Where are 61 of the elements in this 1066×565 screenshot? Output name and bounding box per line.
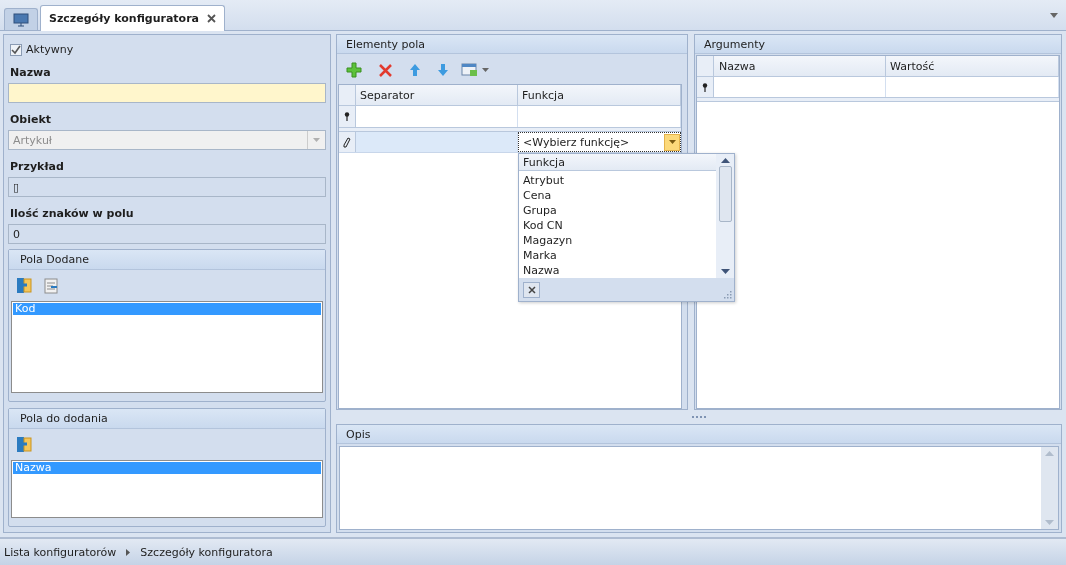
function-option[interactable]: Nazwa — [519, 263, 716, 278]
add-icon[interactable] — [346, 62, 362, 78]
scroll-thumb[interactable] — [718, 166, 732, 222]
object-dropdown: Artykuł — [8, 130, 326, 150]
panel-title: Opis — [337, 425, 1061, 444]
document-edit-icon[interactable] — [44, 277, 59, 294]
arrow-down-icon[interactable] — [437, 63, 449, 77]
function-dropdown[interactable]: <Wybierz funkcję> — [518, 132, 681, 152]
breadcrumb-link[interactable]: Szczegóły konfiguratora — [140, 545, 273, 559]
description-textarea[interactable] — [339, 446, 1059, 530]
function-option[interactable]: Magazyn — [519, 233, 716, 248]
row-indicator[interactable] — [339, 106, 356, 127]
close-icon[interactable] — [207, 14, 216, 23]
key-icon — [344, 112, 350, 121]
row-indicator[interactable] — [697, 77, 714, 97]
column-header[interactable]: Funkcja — [518, 85, 681, 105]
delete-icon[interactable] — [378, 62, 393, 78]
panel-title: Argumenty — [695, 35, 1061, 54]
function-option[interactable]: Cena — [519, 188, 716, 203]
checkmark-icon — [11, 44, 21, 55]
readonly-field: ▯ — [8, 177, 326, 197]
column-header[interactable]: Wartość — [886, 56, 1059, 76]
caret-icon[interactable] — [668, 140, 676, 144]
name-input[interactable] — [8, 83, 326, 103]
field-label: Nazwa — [10, 66, 52, 79]
column-header[interactable]: Separator — [356, 85, 518, 105]
document-tab[interactable]: Szczegóły konfiguratora — [40, 5, 225, 31]
add-field-icon[interactable] — [16, 436, 32, 453]
caret-icon[interactable] — [482, 68, 489, 72]
close-button[interactable] — [523, 281, 540, 298]
arrow-up-icon[interactable] — [409, 63, 421, 77]
group-title: Pola do dodania — [9, 409, 325, 429]
field-label: Przykład — [10, 160, 65, 173]
row-indicator[interactable] — [339, 132, 356, 152]
function-option[interactable]: Atrybut — [519, 173, 716, 188]
caret-icon[interactable] — [1050, 12, 1058, 18]
scroll-up-icon[interactable] — [720, 158, 730, 163]
add-field-icon[interactable] — [16, 277, 32, 294]
close-icon — [527, 285, 536, 294]
panel-title: Elementy pola — [337, 35, 687, 54]
scroll-down-icon[interactable] — [720, 269, 730, 274]
home-tab[interactable] — [4, 8, 38, 30]
function-option[interactable]: Kod CN — [519, 218, 716, 233]
pencil-icon — [343, 136, 351, 148]
column-header[interactable]: Nazwa — [714, 56, 886, 76]
scrollbar[interactable] — [716, 154, 734, 278]
splitter-handle[interactable] — [691, 415, 707, 419]
chevron-icon — [126, 548, 131, 556]
function-option[interactable]: Marka — [519, 248, 716, 263]
breadcrumb-link[interactable]: Lista konfiguratorów — [4, 545, 117, 559]
resize-grip-icon[interactable] — [722, 289, 732, 299]
readonly-field: 0 — [8, 224, 326, 244]
key-icon — [702, 82, 708, 92]
monitor-icon — [13, 12, 29, 27]
column-header: Funkcja — [519, 154, 716, 171]
active-checkbox[interactable]: Aktywny — [10, 43, 326, 56]
table-icon[interactable] — [461, 63, 478, 77]
function-option[interactable]: Grupa — [519, 203, 716, 218]
field-label: Obiekt — [10, 113, 53, 126]
group-title: Pola Dodane — [9, 250, 325, 270]
field-label: Ilość znaków w polu — [10, 207, 135, 220]
